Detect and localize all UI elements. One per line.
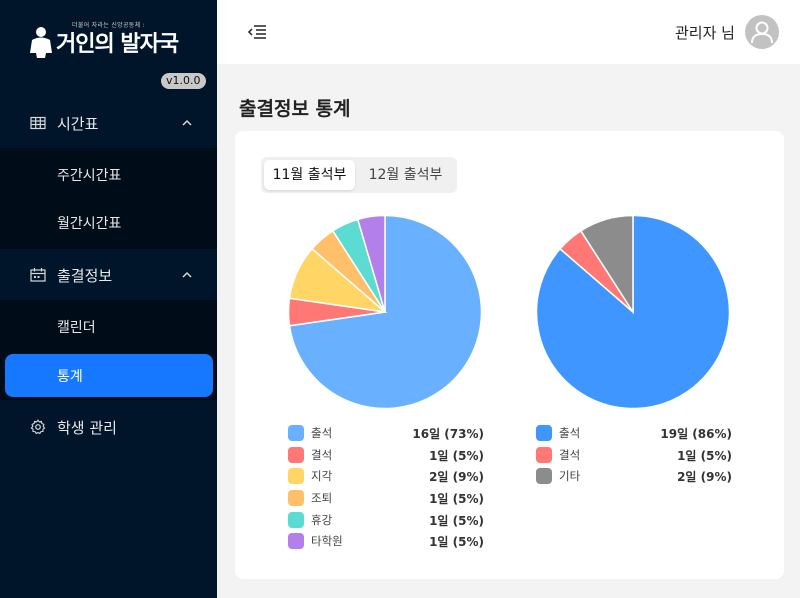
legend-swatch — [536, 446, 552, 463]
legend-value: 1일 (5%) — [677, 448, 732, 463]
menu-group-student-management[interactable]: 학생 관리 — [0, 402, 217, 452]
avatar[interactable] — [745, 15, 779, 49]
logo-text: 거인의 발자국 — [56, 31, 179, 57]
legend-item[interactable]: 지각 2일 (9%) — [288, 465, 484, 487]
menu-group-timetable[interactable]: 시간표 — [0, 98, 217, 148]
sidebar-item-statistics[interactable]: 통계 — [5, 354, 213, 397]
attendance-pie-chart-summary — [535, 214, 731, 410]
legend-value: 16일 (73%) — [412, 427, 484, 441]
legend-label: 결석 — [559, 447, 581, 462]
month-tabs: 11월 출석부 12월 출석부 — [261, 157, 457, 193]
calendar-check-icon — [30, 268, 46, 282]
legend-summary: 출석 19일 (86%) 결석 1일 (5%) 기타 2일 (9%) — [536, 422, 732, 487]
calendar-grid-icon — [30, 116, 46, 130]
legend-label: 기타 — [559, 469, 581, 484]
legend-label: 지각 — [311, 469, 333, 484]
sidebar-item-weekly-timetable[interactable]: 주간시간표 — [0, 151, 217, 199]
legend-swatch — [288, 490, 304, 507]
menu-group-attendance[interactable]: 출결정보 — [0, 250, 217, 300]
sidebar-item-label: 캘린더 — [57, 320, 96, 336]
sidebar-item-label: 통계 — [57, 368, 83, 385]
legend-swatch — [288, 511, 304, 528]
tab-december[interactable]: 12월 출석부 — [357, 160, 454, 190]
chevron-up-icon — [182, 119, 192, 126]
legend-label: 휴강 — [311, 512, 333, 527]
giant-logo-icon — [30, 27, 52, 58]
legend-item[interactable]: 출석 19일 (86%) — [536, 422, 732, 444]
submenu-attendance: 캘린더 통계 — [0, 300, 217, 400]
legend-item[interactable]: 결석 1일 (5%) — [288, 444, 484, 466]
menu-group-label: 시간표 — [57, 114, 99, 133]
legend-value: 1일 (5%) — [429, 513, 484, 528]
legend-label: 결석 — [311, 447, 333, 462]
attendance-pie-chart-november — [287, 214, 483, 410]
legend-item[interactable]: 휴강 1일 (5%) — [288, 509, 484, 531]
submenu-timetable: 주간시간표 월간시간표 — [0, 148, 217, 249]
legend-swatch — [536, 425, 552, 441]
legend-value: 1일 (5%) — [429, 492, 484, 507]
legend-swatch — [288, 533, 304, 550]
app-logo[interactable]: 더불어 자라는 신앙공동체 : 거인의 발자국 — [28, 20, 188, 62]
user-icon — [751, 21, 773, 44]
sidebar-item-calendar[interactable]: 캘린더 — [0, 303, 217, 351]
sidebar-item-monthly-timetable[interactable]: 월간시간표 — [0, 199, 217, 247]
legend-value: 1일 (5%) — [429, 535, 484, 550]
legend-swatch — [288, 446, 304, 463]
page-title: 출결정보 통계 — [239, 98, 351, 120]
sidebar-item-label: 주간시간표 — [57, 168, 122, 184]
legend-value: 1일 (5%) — [429, 448, 484, 463]
user-name[interactable]: 관리자 님 — [675, 22, 735, 43]
sidebar-item-label: 월간시간표 — [57, 216, 122, 232]
legend-item[interactable]: 조퇴 1일 (5%) — [288, 487, 484, 509]
version-badge: v1.0.0 — [161, 73, 206, 89]
legend-item[interactable]: 출석 16일 (73%) — [288, 422, 484, 444]
top-header: 관리자 님 — [217, 0, 800, 64]
gear-icon — [30, 419, 46, 435]
statistics-card: 11월 출석부 12월 출석부 출석 16일 (73%) 결석 1일 (5%) 지각 2일… — [235, 131, 784, 579]
legend-label: 출석 — [311, 426, 333, 440]
legend-item[interactable]: 결석 1일 (5%) — [536, 444, 732, 466]
menu-group-label: 학생 관리 — [57, 418, 117, 437]
legend-label: 출석 — [559, 426, 581, 440]
menu-fold-icon[interactable] — [247, 22, 267, 42]
legend-label: 타학원 — [311, 534, 343, 549]
legend-value: 2일 (9%) — [677, 470, 732, 485]
chevron-up-icon — [182, 271, 192, 278]
legend-swatch — [288, 425, 304, 441]
legend-november: 출석 16일 (73%) 결석 1일 (5%) 지각 2일 (9%) 조퇴 1일 (5%) 휴강… — [288, 422, 484, 552]
menu-group-label: 출결정보 — [57, 266, 113, 285]
legend-item[interactable]: 타학원 1일 (5%) — [288, 530, 484, 552]
legend-swatch — [288, 468, 304, 485]
legend-label: 조퇴 — [311, 491, 333, 506]
legend-value: 2일 (9%) — [429, 470, 484, 485]
legend-value: 19일 (86%) — [660, 427, 732, 441]
legend-swatch — [536, 468, 552, 485]
tab-november[interactable]: 11월 출석부 — [264, 160, 355, 190]
sidebar: 더불어 자라는 신앙공동체 : 거인의 발자국 v1.0.0 시간표 주간시간표… — [0, 0, 217, 598]
legend-item[interactable]: 기타 2일 (9%) — [536, 465, 732, 487]
